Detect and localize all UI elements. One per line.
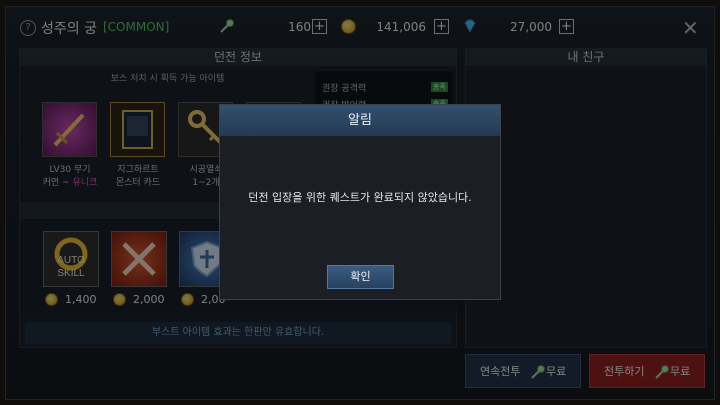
alert-message: 던전 입장을 위한 퀘스트가 완료되지 않았습니다. — [248, 191, 472, 204]
alert-title: 알림 — [220, 105, 500, 136]
confirm-button[interactable]: 확인 — [327, 265, 394, 289]
alert-dialog: 알림 던전 입장을 위한 퀘스트가 완료되지 않았습니다. 확인 — [219, 104, 501, 300]
